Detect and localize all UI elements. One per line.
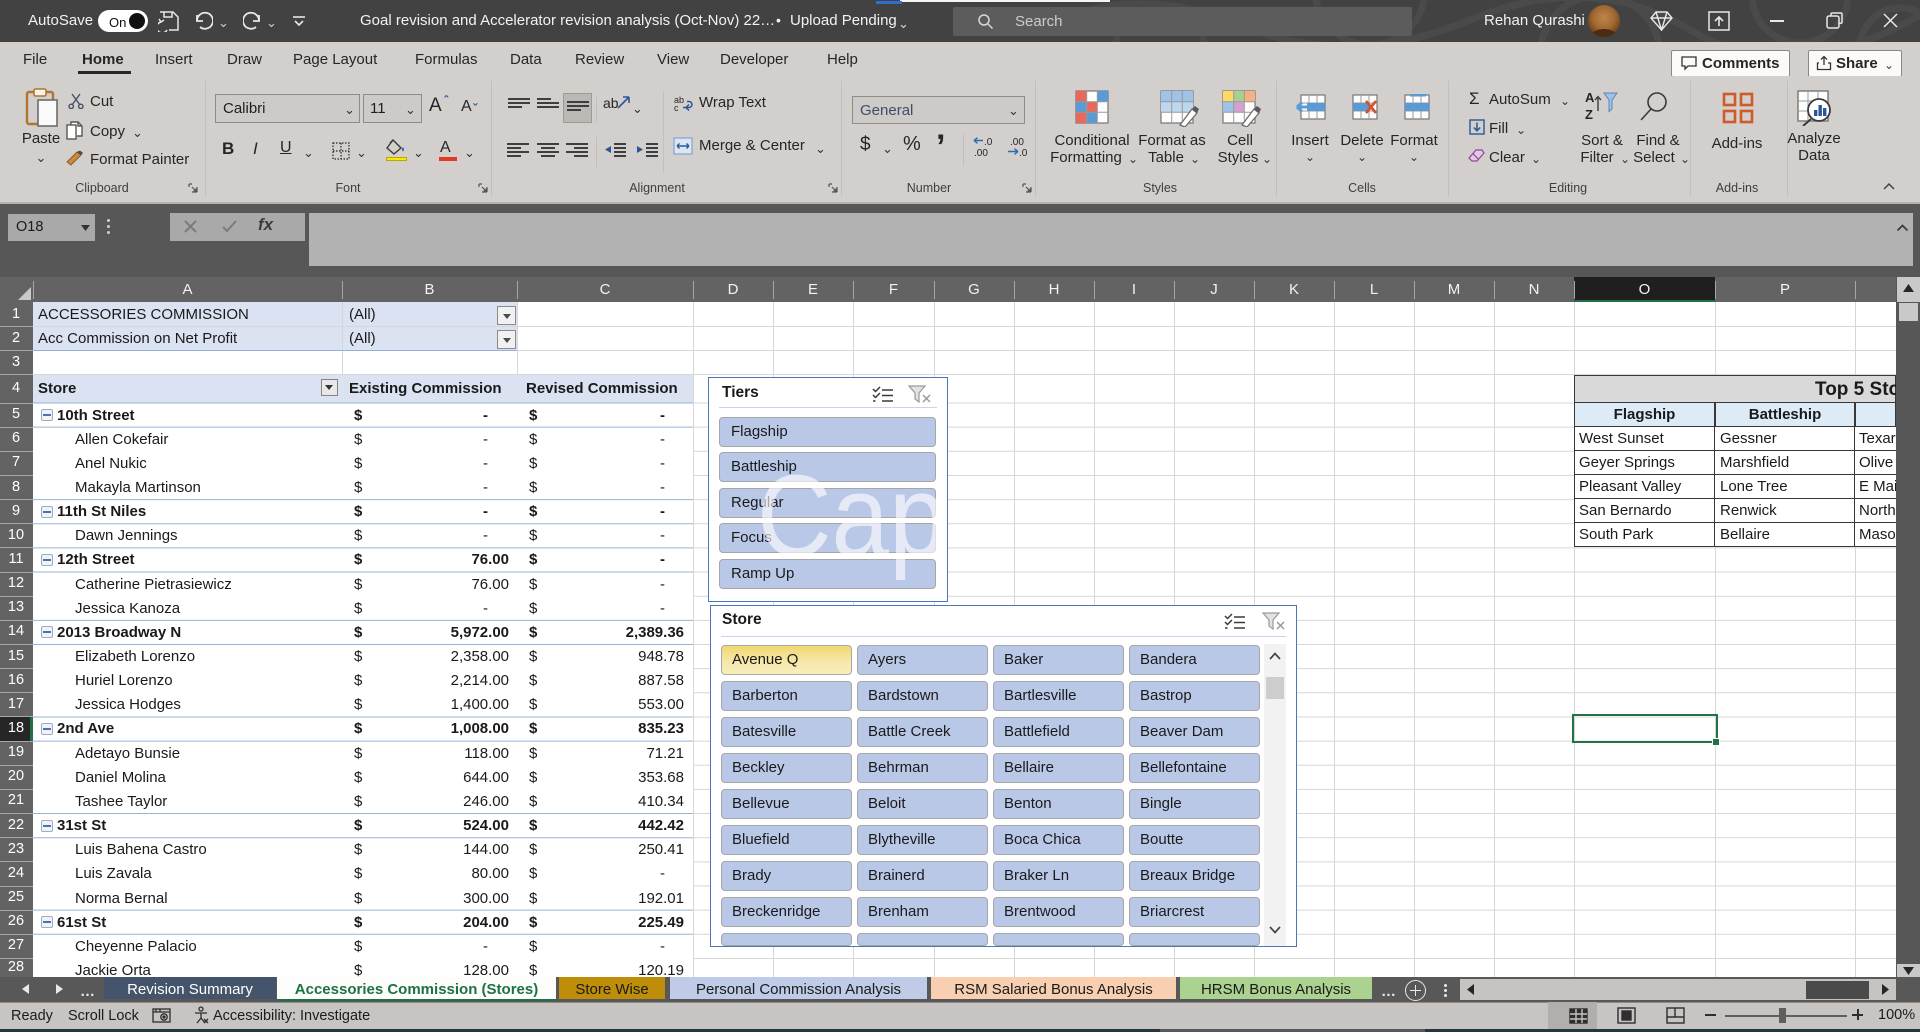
svg-text:.0: .0	[984, 137, 993, 148]
svg-text:Z: Z	[1585, 107, 1593, 121]
svg-text:.00: .00	[974, 148, 988, 158]
svg-text:c: c	[674, 103, 679, 112]
svg-text:A: A	[1585, 90, 1595, 105]
svg-text:.00: .00	[1010, 137, 1024, 148]
svg-text:.0: .0	[1019, 148, 1028, 158]
